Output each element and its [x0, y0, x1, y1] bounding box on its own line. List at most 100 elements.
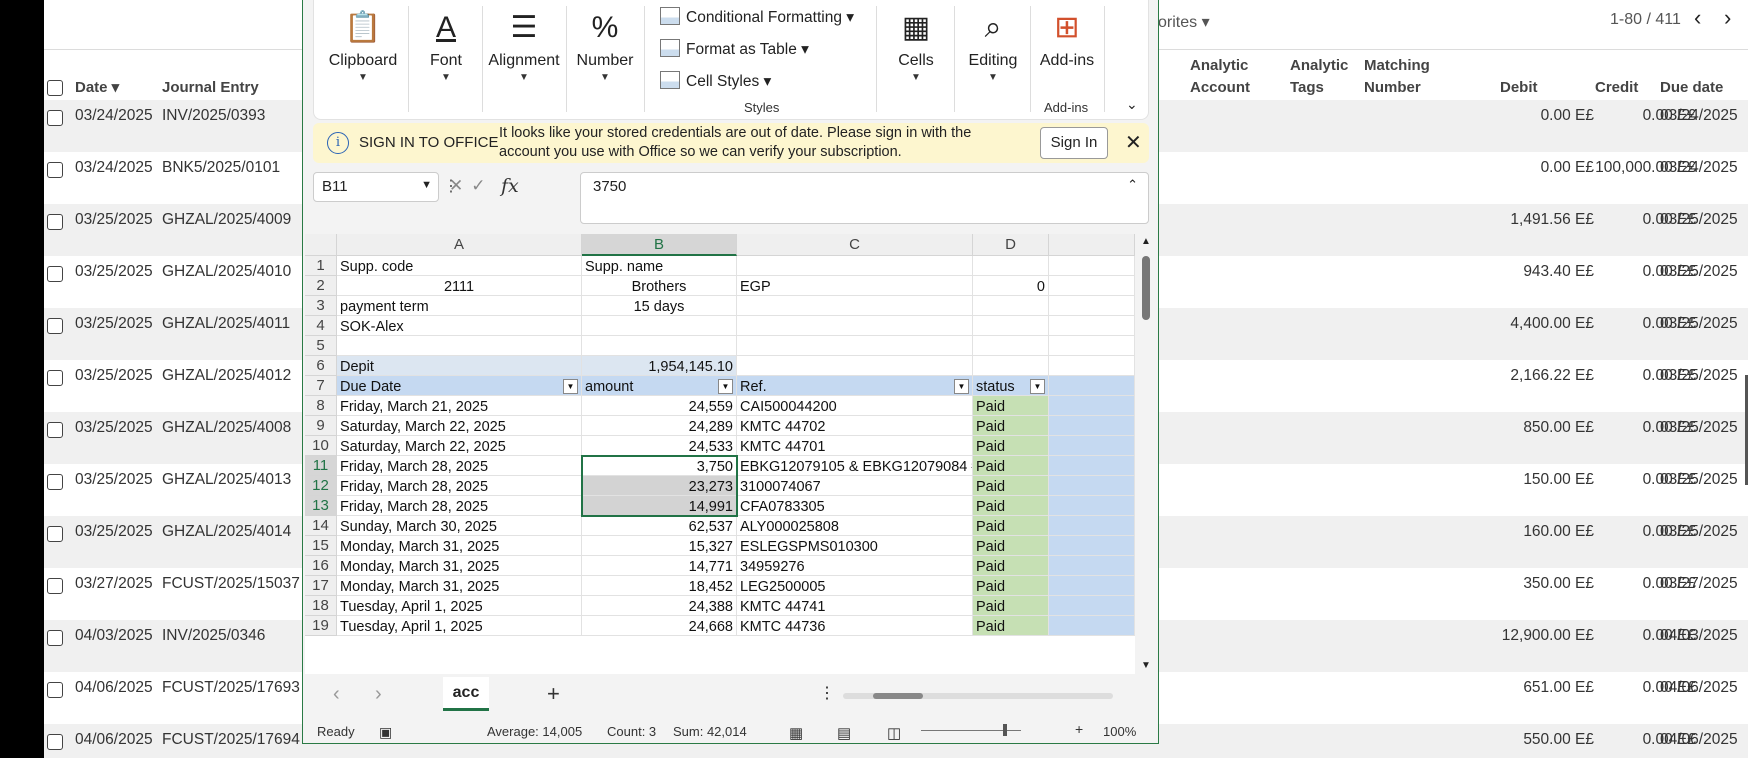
column-header-a[interactable]: A	[337, 234, 582, 256]
cell-b19[interactable]: 24,668	[582, 616, 737, 636]
row-checkbox[interactable]	[47, 526, 63, 542]
cell-e18[interactable]	[1049, 596, 1135, 616]
cell-a1[interactable]: Supp. code	[337, 256, 582, 276]
prev-sheet-icon[interactable]: ‹	[333, 683, 340, 706]
cell-b9[interactable]: 24,289	[582, 416, 737, 436]
cell-b10[interactable]: 24,533	[582, 436, 737, 456]
cells-group[interactable]: ▦ Cells ▼	[882, 0, 950, 120]
row-header[interactable]: 1	[305, 256, 337, 276]
scroll-down-icon[interactable]: ▼	[1141, 660, 1151, 671]
row-checkbox[interactable]	[47, 214, 63, 230]
row-header[interactable]: 12	[305, 476, 337, 496]
cell-a7[interactable]: Due Date ▼	[337, 376, 582, 396]
cell-c5[interactable]	[737, 336, 973, 356]
cell-c18[interactable]: KMTC 44741	[737, 596, 973, 616]
row-header[interactable]: 3	[305, 296, 337, 316]
cell-d16[interactable]: Paid	[973, 556, 1049, 576]
row-header[interactable]: 4	[305, 316, 337, 336]
cell-c6[interactable]	[737, 356, 973, 376]
row-header[interactable]: 6	[305, 356, 337, 376]
vertical-scrollbar[interactable]: ▲ ▼	[1137, 234, 1155, 674]
add-sheet-icon[interactable]: +	[547, 681, 560, 707]
cell-d5[interactable]	[973, 336, 1049, 356]
cell-a14[interactable]: Sunday, March 30, 2025	[337, 516, 582, 536]
row-header[interactable]: 10	[305, 436, 337, 456]
cell-c10[interactable]: KMTC 44701	[737, 436, 973, 456]
collapse-formula-icon[interactable]: ⌃	[1127, 177, 1138, 193]
cell-d10[interactable]: Paid	[973, 436, 1049, 456]
ribbon-expand-chevron-icon[interactable]: ⌄	[1126, 96, 1138, 113]
cell-e7[interactable]	[1049, 376, 1135, 396]
pager-value[interactable]: 1-80 / 411	[1610, 11, 1681, 29]
cell-b15[interactable]: 15,327	[582, 536, 737, 556]
row-header[interactable]: 16	[305, 556, 337, 576]
cell-d3[interactable]	[973, 296, 1049, 316]
cell-d4[interactable]	[973, 316, 1049, 336]
cell-e17[interactable]	[1049, 576, 1135, 596]
horizontal-scrollbar[interactable]	[843, 693, 1113, 699]
cell-b7[interactable]: amount ▼	[582, 376, 737, 396]
row-header[interactable]: 11	[305, 456, 337, 476]
cell-b8[interactable]: 24,559	[582, 396, 737, 416]
cell-b17[interactable]: 18,452	[582, 576, 737, 596]
favorites-menu[interactable]: orites ▾	[1158, 12, 1210, 32]
cell-d1[interactable]	[973, 256, 1049, 276]
cell-d2[interactable]: 0	[973, 276, 1049, 296]
cell-a16[interactable]: Monday, March 31, 2025	[337, 556, 582, 576]
cell-e9[interactable]	[1049, 416, 1135, 436]
filter-dropdown-icon[interactable]: ▼	[954, 379, 969, 394]
cell-c3[interactable]	[737, 296, 973, 316]
cell-d12[interactable]: Paid	[973, 476, 1049, 496]
col-header-date[interactable]: Date ▾	[75, 77, 119, 99]
col-header-debit[interactable]: Debit	[1500, 77, 1538, 99]
row-checkbox[interactable]	[47, 474, 63, 490]
col-header-credit[interactable]: Credit	[1595, 77, 1638, 99]
signin-button[interactable]: Sign In	[1040, 127, 1108, 159]
cell-b18[interactable]: 24,388	[582, 596, 737, 616]
cell-b2[interactable]: Brothers	[582, 276, 737, 296]
row-checkbox[interactable]	[47, 682, 63, 698]
cell-a12[interactable]: Friday, March 28, 2025	[337, 476, 582, 496]
cell-a10[interactable]: Saturday, March 22, 2025	[337, 436, 582, 456]
row-checkbox[interactable]	[47, 266, 63, 282]
col-header-due-date[interactable]: Due date	[1660, 77, 1723, 99]
prev-page-icon[interactable]: ‹	[1694, 7, 1701, 29]
horizontal-scroll-thumb[interactable]	[873, 693, 923, 699]
select-all-corner[interactable]	[305, 234, 337, 256]
cell-e11[interactable]	[1049, 456, 1135, 476]
worksheet-grid[interactable]: A B C D 1 Supp. code Supp. name 2 2111 Brothers EG…	[305, 234, 1135, 674]
formula-input[interactable]: 3750 ⌃	[580, 172, 1149, 224]
conditional-formatting-button[interactable]: Conditional Formatting ▾	[660, 7, 854, 27]
cell-c16[interactable]: 34959276	[737, 556, 973, 576]
cell-c19[interactable]: KMTC 44736	[737, 616, 973, 636]
cell-c8[interactable]: CAI500044200	[737, 396, 973, 416]
cell-b16[interactable]: 14,771	[582, 556, 737, 576]
row-header[interactable]: 15	[305, 536, 337, 556]
row-header[interactable]: 7	[305, 376, 337, 396]
zoom-in-icon[interactable]: +	[1075, 721, 1083, 737]
cell-b11[interactable]: 3,750	[582, 456, 737, 476]
cell-e3[interactable]	[1049, 296, 1135, 316]
cell-d7[interactable]: status ▼	[973, 376, 1049, 396]
cell-e1[interactable]	[1049, 256, 1135, 276]
column-header-b[interactable]: B	[582, 234, 737, 256]
row-header[interactable]: 9	[305, 416, 337, 436]
cell-a15[interactable]: Monday, March 31, 2025	[337, 536, 582, 556]
row-checkbox[interactable]	[47, 318, 63, 334]
cell-a3[interactable]: payment term	[337, 296, 582, 316]
cell-c12[interactable]: 3100074067	[737, 476, 973, 496]
cell-d14[interactable]: Paid	[973, 516, 1049, 536]
cell-d11[interactable]: Paid	[973, 456, 1049, 476]
cell-b12[interactable]: 23,273	[582, 476, 737, 496]
cell-e4[interactable]	[1049, 316, 1135, 336]
cell-d17[interactable]: Paid	[973, 576, 1049, 596]
select-all-checkbox[interactable]	[47, 80, 63, 96]
scroll-up-icon[interactable]: ▲	[1141, 236, 1151, 247]
cell-a4[interactable]: SOK-Alex	[337, 316, 582, 336]
filter-dropdown-icon[interactable]: ▼	[1030, 379, 1045, 394]
alignment-group[interactable]: ☰ Alignment ▼	[484, 0, 564, 120]
cell-e8[interactable]	[1049, 396, 1135, 416]
cell-a13[interactable]: Friday, March 28, 2025	[337, 496, 582, 516]
row-header[interactable]: 19	[305, 616, 337, 636]
next-page-icon[interactable]: ›	[1724, 7, 1731, 29]
